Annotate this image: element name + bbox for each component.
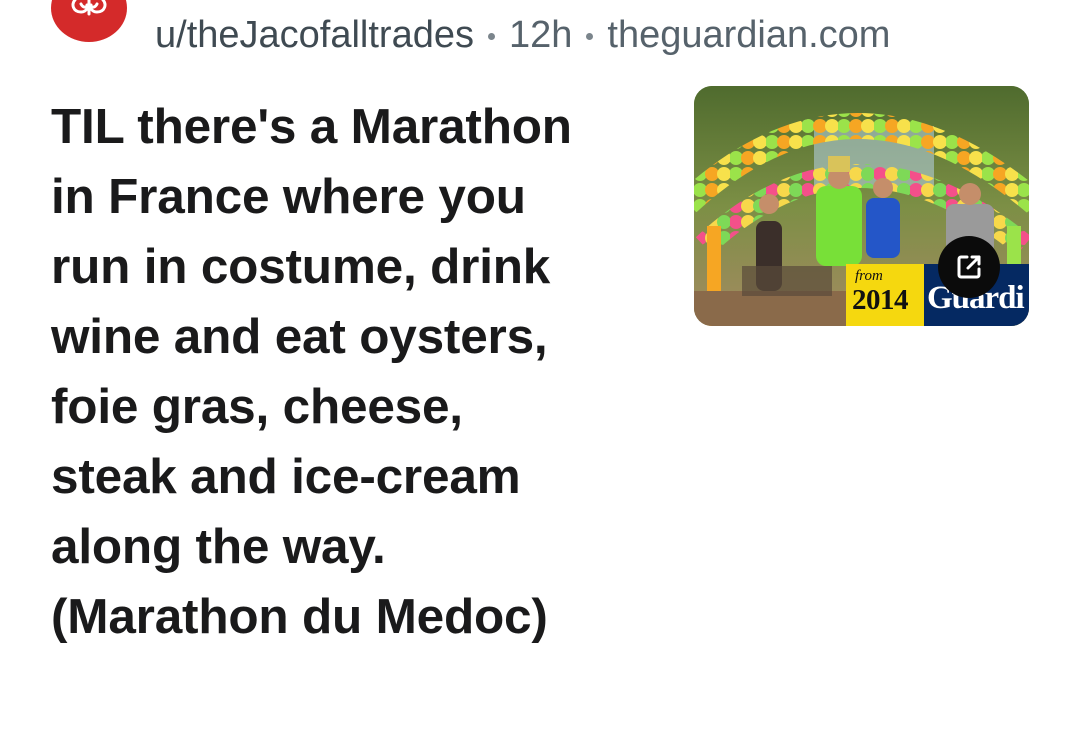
- post-meta: u/theJacofalltrades 12h theguardian.com: [155, 11, 890, 59]
- post-username[interactable]: u/theJacofalltrades: [155, 14, 474, 57]
- separator-dot: [487, 32, 495, 40]
- separator-dot: [586, 32, 594, 40]
- link-thumbnail[interactable]: from 2014 Guardi: [694, 86, 1029, 326]
- year-badge-year: 2014: [852, 284, 909, 316]
- post-domain[interactable]: theguardian.com: [607, 14, 890, 57]
- year-badge: from 2014: [846, 264, 924, 326]
- subreddit-avatar[interactable]: [51, 0, 127, 42]
- external-link-button[interactable]: [938, 236, 1000, 298]
- brain-icon: [71, 0, 107, 16]
- year-badge-from: from: [855, 268, 883, 284]
- post-title[interactable]: TIL there's a Marathon in France where y…: [51, 92, 591, 652]
- external-link-icon: [957, 255, 981, 279]
- post-age: 12h: [508, 13, 573, 56]
